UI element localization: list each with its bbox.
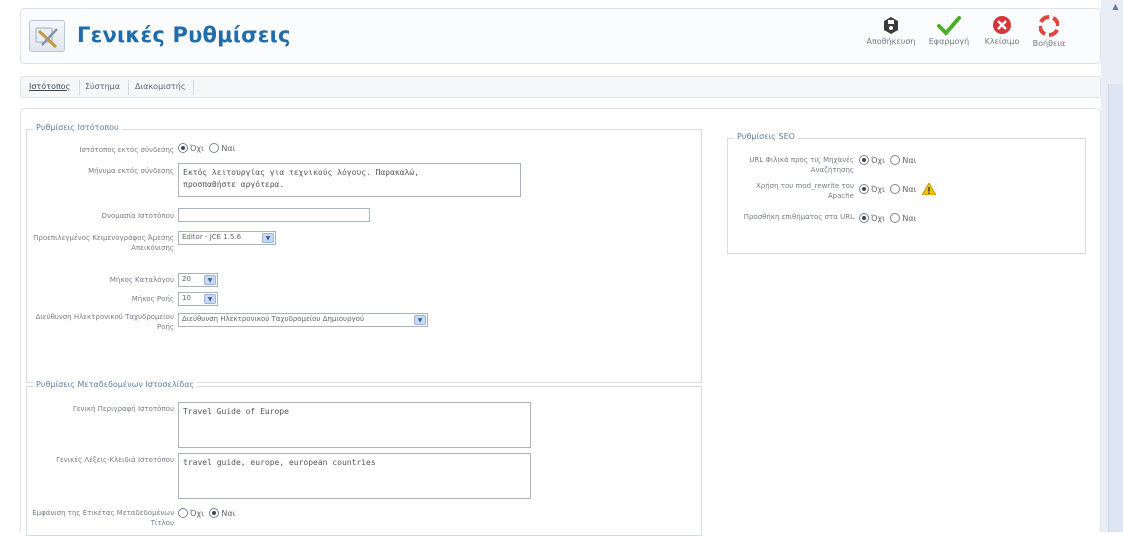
site-name-input[interactable] xyxy=(178,208,370,222)
sef-urls-label: URL Φιλικά προς τις Μηχανές Αναζήτησης xyxy=(749,156,854,174)
tab-bar: Ιστότοπος Σύστημα Διακομιστής xyxy=(20,76,1101,98)
sef-urls-yes-radio[interactable] xyxy=(890,155,901,165)
warning-triangle-icon xyxy=(921,182,937,196)
feed-email-label: Διεύθυνση Ηλεκτρονικού Ταχυδρομείου Ροής xyxy=(35,313,174,331)
url-suffix-radio-group: Όχι Ναι xyxy=(859,213,919,227)
site-settings-fieldset: Ρυθμίσεις Ιστότοπου Ιστότοπος εκτός σύνδ… xyxy=(26,123,702,383)
seo-legend: Ρυθμίσεις SEO xyxy=(734,132,798,141)
editor-select-value: Editor - JCE 1.5.6 xyxy=(182,233,242,241)
tab-divider xyxy=(193,80,194,95)
offline-yes-radio[interactable] xyxy=(209,143,220,153)
scroll-up-arrow-icon[interactable]: ▲ xyxy=(1108,0,1123,14)
url-suffix-yes-radio[interactable] xyxy=(890,213,901,223)
tab-divider xyxy=(79,80,80,95)
help-button[interactable]: Βοήθεια xyxy=(1021,13,1077,59)
site-description-textarea[interactable]: Travel Guide of Europe xyxy=(178,402,531,448)
tab-server[interactable]: Διακομιστής xyxy=(135,82,186,91)
editor-label: Προεπιλεγμένος Κειμενογράφος Άμεσης Απει… xyxy=(33,234,174,252)
mod-rewrite-radio-group: Όχι Ναι xyxy=(859,182,937,197)
list-length-value: 20 xyxy=(182,275,191,283)
page-header: Γενικές Ρυθμίσεις Αποθήκευση Εφαρμογή Κλ… xyxy=(20,8,1101,64)
site-name-label: Ονομασία Ιστοτόπου xyxy=(101,212,174,220)
scrollbar-thumb[interactable] xyxy=(1108,84,1123,532)
url-suffix-no-radio[interactable] xyxy=(859,213,869,223)
offline-message-textarea[interactable]: Εκτός λειτουργίας για τεχνικούς λόγους. … xyxy=(178,163,521,197)
site-description-label: Γενική Περιγραφή Ιστοτόπου xyxy=(72,405,174,413)
show-title-yes-radio[interactable] xyxy=(209,508,220,518)
show-title-no-radio[interactable] xyxy=(178,508,188,518)
checkmark-icon xyxy=(937,16,961,35)
config-tools-icon xyxy=(29,20,65,52)
chevron-down-icon: ▼ xyxy=(414,315,426,325)
page-title: Γενικές Ρυθμίσεις xyxy=(77,23,291,47)
show-title-radio-group: Όχι Ναι xyxy=(178,508,238,522)
feed-length-value: 10 xyxy=(182,294,191,302)
tab-site[interactable]: Ιστότοπος xyxy=(29,82,70,91)
offline-message-label: Μήνυμα εκτός σύνδεσης xyxy=(88,167,174,175)
chevron-down-icon: ▼ xyxy=(262,233,274,243)
sef-urls-radio-group: Όχι Ναι xyxy=(859,155,919,169)
apply-button[interactable]: Εφαρμογή xyxy=(921,13,977,59)
site-keywords-label: Γενικές Λέξεις-Κλειδιά Ιστοτόπου xyxy=(56,456,174,464)
list-length-label: Μήκος Καταλόγου xyxy=(109,276,174,284)
feed-length-label: Μήκος Ροής xyxy=(131,295,174,303)
editor-select[interactable]: Editor - JCE 1.5.6 ▼ xyxy=(178,231,276,245)
metadata-legend: Ρυθμίσεις Μεταδεδομένων Ιστοσελίδας xyxy=(33,380,198,389)
lifebuoy-icon xyxy=(1039,15,1059,37)
tab-system[interactable]: Σύστημα xyxy=(85,82,120,91)
save-button[interactable]: Αποθήκευση xyxy=(863,13,919,59)
feed-email-value: Διεύθυνση Ηλεκτρονικού Ταχυδρομείου Δημι… xyxy=(182,315,365,323)
metadata-fieldset: Ρυθμίσεις Μεταδεδομένων Ιστοσελίδας Γενι… xyxy=(26,380,702,536)
tab-divider xyxy=(128,80,129,95)
list-length-select[interactable]: 20 ▼ xyxy=(178,273,218,287)
close-circle-icon xyxy=(993,16,1011,34)
offline-radio-group: Όχι Ναι xyxy=(178,143,238,157)
sef-urls-no-radio[interactable] xyxy=(859,155,869,165)
mod-rewrite-no-radio[interactable] xyxy=(859,184,869,194)
seo-fieldset: Ρυθμίσεις SEO URL Φιλικά προς τις Μηχανέ… xyxy=(727,132,1086,254)
chevron-down-icon: ▼ xyxy=(204,275,216,285)
settings-content: Ρυθμίσεις Ιστότοπου Ιστότοπος εκτός σύνδ… xyxy=(20,108,1101,536)
show-title-meta-label: Εμφάνιση της Ετικέτας Μεταδεδομένων Τίτλ… xyxy=(32,509,174,527)
site-settings-legend: Ρυθμίσεις Ιστότοπου xyxy=(33,123,122,132)
feed-email-select[interactable]: Διεύθυνση Ηλεκτρονικού Ταχυδρομείου Δημι… xyxy=(178,313,428,327)
save-disk-icon xyxy=(884,17,898,34)
offline-label: Ιστότοπος εκτός σύνδεσης xyxy=(79,146,174,154)
mod-rewrite-label: Χρήση του mod_rewrite του Apache xyxy=(756,182,854,200)
offline-no-radio[interactable] xyxy=(178,143,188,153)
feed-length-select[interactable]: 10 ▼ xyxy=(178,292,218,306)
chevron-down-icon: ▼ xyxy=(204,294,216,304)
mod-rewrite-yes-radio[interactable] xyxy=(890,184,901,194)
url-suffix-label: Προσθήκη επιθήματος στα URL xyxy=(743,213,854,221)
site-keywords-textarea[interactable]: travel guide, europe, european countries xyxy=(178,453,531,499)
